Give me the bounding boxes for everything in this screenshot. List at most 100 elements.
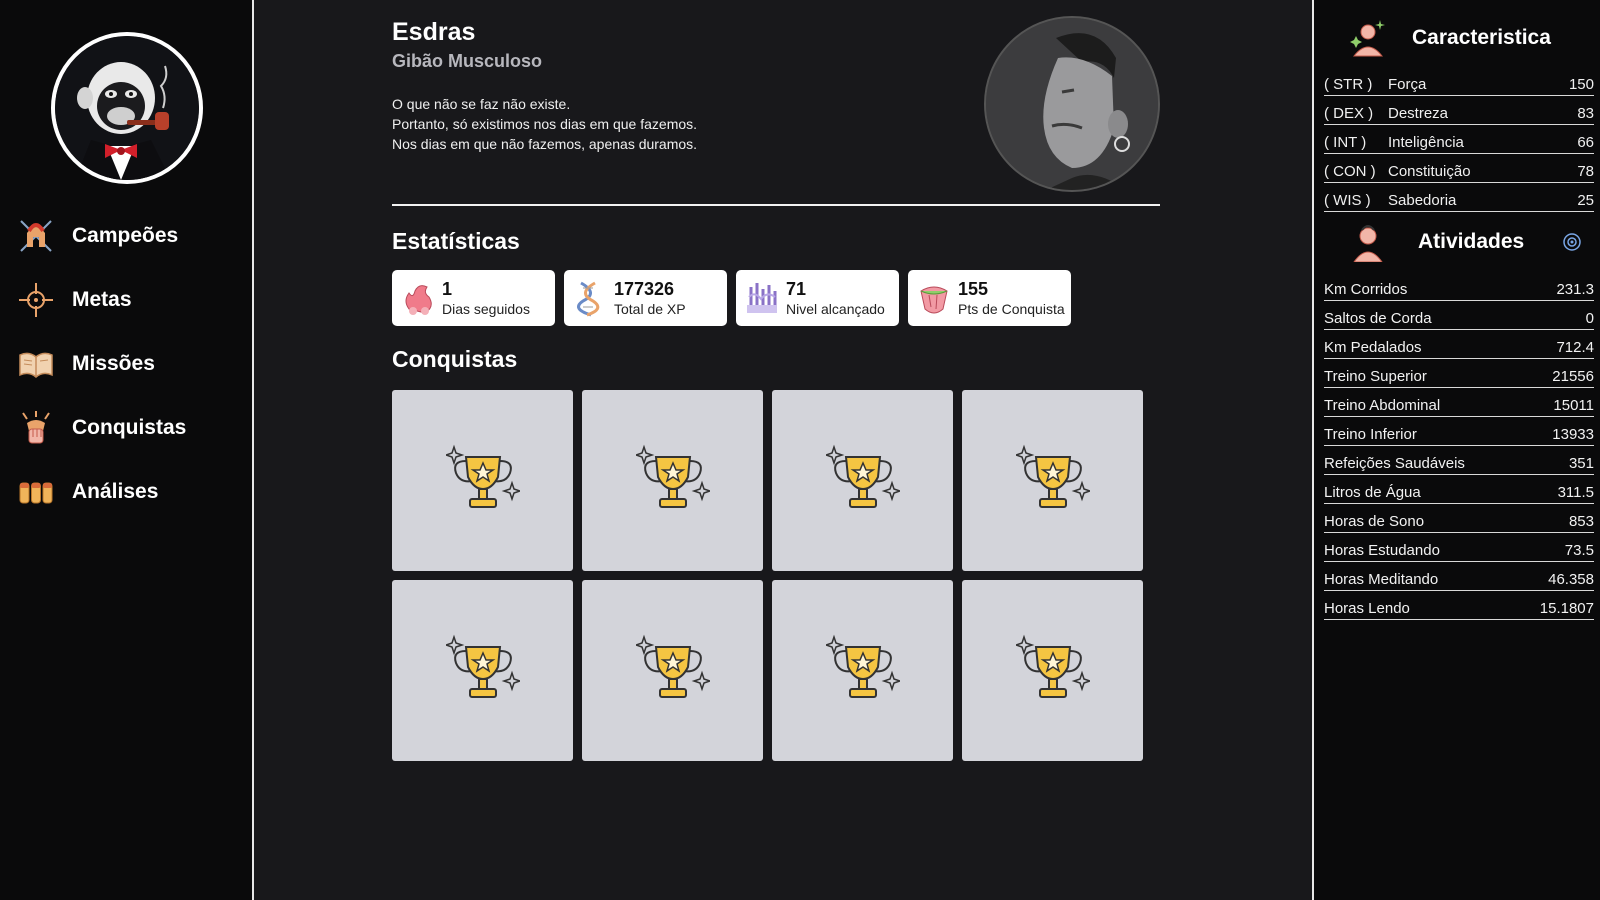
stat-card-streak[interactable]: 1 Dias seguidos xyxy=(392,270,555,326)
attribute-name: Constituição xyxy=(1388,163,1471,180)
achievements-title: Conquistas xyxy=(392,346,518,372)
profile-divider xyxy=(392,204,1160,206)
activity-name: Horas Meditando xyxy=(1324,571,1439,588)
stat-label: Total de XP xyxy=(614,301,686,317)
activity-value: 73.5 xyxy=(1564,542,1594,559)
motto-line: Portanto, só existimos nos dias em que f… xyxy=(392,116,698,132)
achievement-tile[interactable] xyxy=(962,580,1143,761)
trophy-icon xyxy=(443,631,522,710)
sidebar-item-label: Conquistas xyxy=(72,416,187,439)
sidebar-item-missoes[interactable]: Missões xyxy=(16,344,186,384)
user-photo-avatar[interactable] xyxy=(984,16,1160,192)
activity-value: 15011 xyxy=(1553,397,1594,414)
activity-name: Horas Estudando xyxy=(1324,542,1440,559)
activity-value: 231.3 xyxy=(1556,281,1594,298)
activity-row[interactable]: Horas de Sono 853 xyxy=(1324,504,1594,533)
sidebar-item-label: Campeões xyxy=(72,224,179,247)
attribute-abbr: ( STR ) xyxy=(1324,76,1373,93)
level-glyph-icon xyxy=(744,278,780,318)
achievement-tile[interactable] xyxy=(582,580,763,761)
attribute-value: 78 xyxy=(1577,163,1594,180)
activity-row[interactable]: Horas Lendo 15.1807 xyxy=(1324,591,1594,620)
activity-value: 21556 xyxy=(1552,368,1594,385)
trophy-icon xyxy=(443,441,522,520)
trophy-hand-icon xyxy=(16,408,56,448)
activity-row[interactable]: Km Corridos 231.3 xyxy=(1324,272,1594,301)
stat-card-xp[interactable]: 177326 Total de XP xyxy=(564,270,727,326)
activity-row[interactable]: Km Pedalados 712.4 xyxy=(1324,330,1594,359)
attributes-title: Caracteristica xyxy=(1412,26,1551,49)
activity-row[interactable]: Horas Meditando 46.358 xyxy=(1324,562,1594,591)
profile-name: Esdras xyxy=(392,18,476,46)
profile-motto: O que não se faz não existe. Portanto, s… xyxy=(392,94,697,154)
stat-card-level[interactable]: 71 Nivel alcançado xyxy=(736,270,899,326)
achievement-tile[interactable] xyxy=(582,390,763,571)
sidebar-item-campeoes[interactable]: Campeões xyxy=(16,216,186,256)
activities-header: Atividades xyxy=(1348,222,1582,262)
activity-value: 15.1807 xyxy=(1539,600,1594,617)
target-settings-icon[interactable] xyxy=(1562,232,1582,252)
stats-title: Estatísticas xyxy=(392,228,520,254)
attribute-name: Destreza xyxy=(1388,105,1449,122)
activity-row[interactable]: Saltos de Corda 0 xyxy=(1324,301,1594,330)
activity-row[interactable]: Refeições Saudáveis 351 xyxy=(1324,446,1594,475)
activity-name: Treino Superior xyxy=(1324,368,1427,385)
sidebar-item-label: Missões xyxy=(72,352,155,375)
activities-title: Atividades xyxy=(1418,230,1525,253)
achievement-tile[interactable] xyxy=(392,390,573,571)
achievement-tile[interactable] xyxy=(772,390,953,571)
profile-title: Gibão Musculoso xyxy=(392,51,543,71)
sidebar-item-metas[interactable]: Metas xyxy=(16,280,186,320)
activity-row[interactable]: Treino Inferior 13933 xyxy=(1324,417,1594,446)
attribute-abbr: ( INT ) xyxy=(1324,134,1367,151)
activity-row[interactable]: Horas Estudando 73.5 xyxy=(1324,533,1594,562)
trophy-icon xyxy=(633,441,712,520)
person-icon xyxy=(1348,222,1388,262)
attribute-name: Inteligência xyxy=(1388,134,1464,151)
attribute-abbr: ( DEX ) xyxy=(1324,105,1374,122)
sidebar-item-analises[interactable]: Análises xyxy=(16,472,186,512)
stat-card-achievement-points[interactable]: 155 Pts de Conquista xyxy=(908,270,1071,326)
activity-row[interactable]: Treino Abdominal 15011 xyxy=(1324,388,1594,417)
stats-row: 1 Dias seguidos 177326 Total de XP 71 Ni… xyxy=(392,270,1071,326)
attribute-row: ( WIS ) Sabedoria 25 xyxy=(1324,183,1594,212)
stat-label: Nivel alcançado xyxy=(786,301,885,317)
activity-name: Saltos de Corda xyxy=(1324,310,1432,327)
activities-list: Km Corridos 231.3 Saltos de Corda 0 Km Pedal… xyxy=(1324,272,1594,620)
achievements-grid xyxy=(392,390,1143,761)
activity-value: 853 xyxy=(1568,513,1594,530)
open-book-icon xyxy=(16,344,56,384)
monkey-with-pipe-logo[interactable] xyxy=(51,32,203,184)
attribute-abbr: ( WIS ) xyxy=(1324,192,1371,209)
sidebar-item-conquistas[interactable]: Conquistas xyxy=(16,408,186,448)
activity-name: Km Pedalados xyxy=(1324,339,1422,356)
trophy-icon xyxy=(1013,631,1092,710)
achievement-tile[interactable] xyxy=(962,390,1143,571)
activity-value: 351 xyxy=(1568,455,1594,472)
stat-value: 155 xyxy=(958,279,989,299)
trophy-icon xyxy=(1013,441,1092,520)
activity-value: 46.358 xyxy=(1548,571,1594,588)
achievement-tile[interactable] xyxy=(392,580,573,761)
attribute-value: 150 xyxy=(1568,76,1594,93)
activity-name: Litros de Água xyxy=(1324,484,1421,501)
stat-value: 1 xyxy=(442,279,453,299)
trophy-icon xyxy=(633,631,712,710)
right-panel: Caracteristica ( STR ) Força 150 ( DEX ) Des… xyxy=(1312,0,1600,900)
activity-name: Km Corridos xyxy=(1324,281,1408,298)
activity-name: Treino Inferior xyxy=(1324,426,1417,443)
achievement-tile[interactable] xyxy=(772,580,953,761)
attribute-value: 83 xyxy=(1577,105,1594,122)
attribute-row: ( CON ) Constituição 78 xyxy=(1324,154,1594,183)
attribute-value: 25 xyxy=(1577,192,1594,209)
attribute-abbr: ( CON ) xyxy=(1324,163,1376,180)
spartan-helmet-icon xyxy=(16,216,56,256)
attribute-row: ( STR ) Força 150 xyxy=(1324,67,1594,96)
fire-heart-icon xyxy=(400,278,436,318)
activity-row[interactable]: Treino Superior 21556 xyxy=(1324,359,1594,388)
activity-row[interactable]: Litros de Água 311.5 xyxy=(1324,475,1594,504)
dna-icon xyxy=(572,278,608,318)
attribute-name: Força xyxy=(1388,76,1427,93)
gem-icon xyxy=(916,278,952,318)
sidebar-item-label: Metas xyxy=(72,288,132,311)
